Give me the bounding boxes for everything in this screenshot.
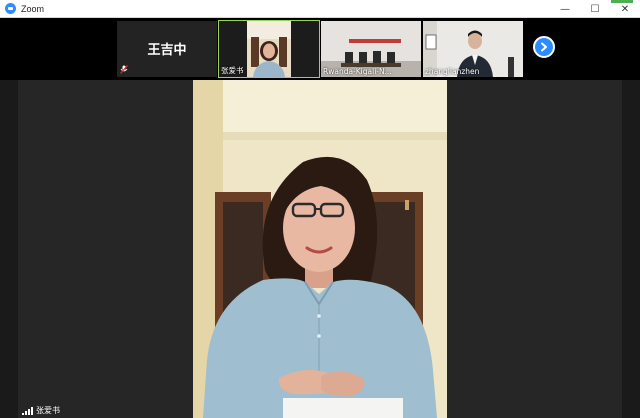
- participant-name: zhanglianzhen: [425, 67, 480, 76]
- participant-name-large: 王吉中: [147, 43, 187, 58]
- participant-tile[interactable]: Rwanda-Kigali-N...: [321, 21, 421, 77]
- speaker-name: 张爱书: [36, 406, 60, 415]
- active-speaker-stage: 张爱书: [18, 80, 622, 418]
- minimize-button[interactable]: —: [550, 0, 580, 18]
- next-page-button[interactable]: [533, 36, 555, 58]
- participant-tile[interactable]: zhanglianzhen: [423, 21, 523, 77]
- window-title: Zoom: [21, 3, 45, 14]
- signal-strength-icon: [22, 406, 33, 415]
- active-speaker-video: [193, 80, 447, 418]
- view-indicator[interactable]: [611, 0, 633, 3]
- active-speaker-label: 张爱书: [22, 405, 60, 416]
- title-bar: Zoom — ☐ ✕: [0, 0, 640, 18]
- participant-tile-active[interactable]: 张爱书: [218, 20, 320, 78]
- participant-tile[interactable]: 王吉中: [117, 21, 217, 77]
- maximize-button[interactable]: ☐: [580, 0, 610, 18]
- gallery-strip: 王吉中 张爱书 Rwanda-Kigali-N... zhanglianzhen: [0, 18, 640, 80]
- chevron-right-icon: [541, 42, 547, 52]
- participant-name: 张爱书: [221, 66, 244, 75]
- participant-name: Rwanda-Kigali-N...: [323, 67, 392, 76]
- mic-muted-icon: [120, 65, 128, 74]
- zoom-logo-icon: [5, 3, 16, 14]
